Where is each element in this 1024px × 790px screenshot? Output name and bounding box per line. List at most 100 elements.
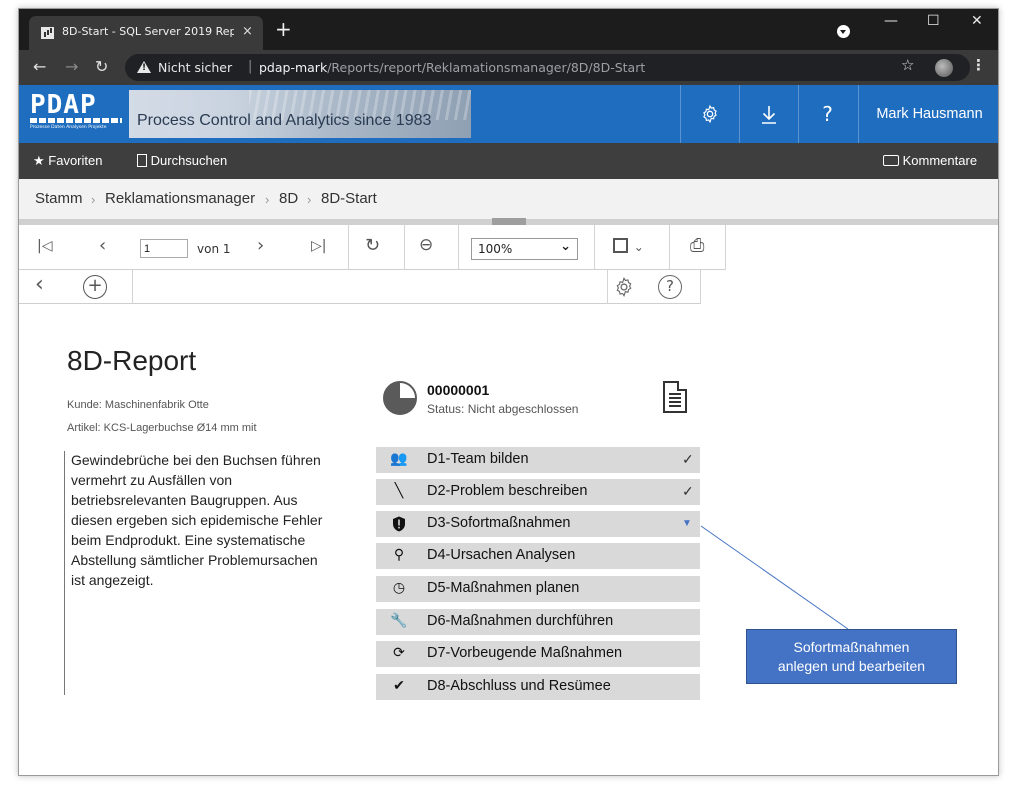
logo-text: PDAP (30, 90, 97, 120)
maximize-button[interactable]: ☐ (927, 13, 940, 29)
checkmark-icon: ✓ (682, 451, 694, 467)
step-d4[interactable]: ⚲ D4-Ursachen Analysen (376, 543, 700, 569)
step-d7[interactable]: ⟳ D7-Vorbeugende Maßnahmen (376, 641, 700, 667)
report-viewer-toolbar: |◁ ‹ von 1 › ▷| ↻ ⊖ 100% ⌄ ⌄ ⎙ (19, 225, 726, 270)
breadcrumb-reklamationsmanager[interactable]: Reklamationsmanager (105, 190, 255, 207)
url-separator: | (248, 59, 253, 74)
header-banner: Process Control and Analytics since 1983 (129, 90, 471, 138)
page-number-input[interactable] (140, 239, 188, 258)
close-window-button[interactable]: ✕ (971, 13, 983, 29)
comment-icon (883, 155, 899, 166)
toolbar-divider (132, 270, 133, 304)
report-favicon-icon (41, 27, 54, 39)
document-icon[interactable] (663, 381, 687, 413)
step-label: D4-Ursachen Analysen (427, 547, 576, 563)
breadcrumb: Stamm › Reklamationsmanager › 8D › 8D-St… (19, 179, 998, 219)
warning-icon[interactable] (137, 61, 151, 73)
chevron-left-icon[interactable]: ‹ (35, 272, 44, 297)
comments-label: Kommentare (902, 153, 978, 168)
settings-button[interactable] (680, 85, 738, 143)
comments-link[interactable]: Kommentare (883, 153, 977, 168)
previous-page-icon[interactable]: ‹ (99, 235, 106, 256)
step-d5[interactable]: ◷ D5-Maßnahmen planen (376, 576, 700, 602)
breadcrumb-home[interactable]: Stamm (35, 190, 83, 207)
print-icon[interactable]: ⎙ (690, 235, 704, 256)
progress-pie-icon (383, 381, 417, 415)
tab-close-button[interactable]: × (242, 24, 253, 39)
tab-search-icon[interactable] (837, 25, 850, 38)
wrench-icon: 🔧 (390, 612, 408, 628)
tab-strip: 8D-Start - SQL Server 2019 Repor × + — ☐… (19, 9, 998, 50)
browse-label: Durchsuchen (150, 153, 228, 168)
triangle-down-icon: ▼ (682, 518, 692, 529)
download-button[interactable] (739, 85, 797, 143)
step-d8[interactable]: ✔ D8-Abschluss und Resümee (376, 674, 700, 700)
breadcrumb-8d[interactable]: 8D (279, 190, 298, 207)
back-to-parent-icon[interactable]: ⊖ (419, 235, 433, 255)
browse-link[interactable]: Durchsuchen (137, 153, 227, 168)
first-page-icon[interactable]: |◁ (37, 238, 52, 254)
browser-tab[interactable]: 8D-Start - SQL Server 2019 Repor × (29, 16, 263, 50)
splitter-handle[interactable] (492, 218, 526, 225)
zoom-value: 100% (478, 242, 513, 256)
nav-toolbar: ★ Favoriten Durchsuchen Kommentare (19, 143, 998, 179)
step-label: D5-Maßnahmen planen (427, 580, 580, 596)
refresh-icon[interactable]: ↻ (365, 235, 380, 256)
chevron-down-icon: ⌄ (560, 239, 571, 254)
toolbar-divider (725, 225, 726, 270)
forward-arrow-icon[interactable]: → (65, 57, 78, 76)
help-button[interactable]: ? (798, 85, 856, 143)
team-icon: 👥 (390, 450, 408, 466)
browser-window: 8D-Start - SQL Server 2019 Repor × + — ☐… (18, 8, 999, 776)
add-circle-icon[interactable]: + (83, 275, 107, 299)
step-d3[interactable]: D3-Sofortmaßnahmen ▼ (376, 511, 700, 537)
reload-icon[interactable]: ↻ (95, 57, 108, 76)
pen-icon: ╲ (394, 482, 404, 498)
toolbar-divider (348, 225, 349, 270)
browser-menu-icon[interactable]: ⋮ (971, 56, 986, 74)
step-label: D1-Team bilden (427, 451, 529, 467)
checkmark-icon: ✓ (682, 483, 694, 499)
breadcrumb-current: 8D-Start (321, 190, 377, 207)
new-tab-button[interactable]: + (275, 19, 292, 39)
back-arrow-icon[interactable]: ← (33, 57, 46, 76)
favorites-link[interactable]: ★ Favoriten (33, 153, 102, 169)
step-d2[interactable]: ╲ D2-Problem beschreiben ✓ (376, 479, 700, 505)
step-label: D8-Abschluss und Resümee (427, 678, 611, 694)
help-circle-icon[interactable]: ? (658, 275, 682, 299)
next-page-icon[interactable]: › (257, 235, 264, 256)
security-label[interactable]: Nicht sicher (158, 60, 232, 75)
pdap-logo[interactable]: PDAP Prozesse Daten Analysen Projekte (30, 90, 130, 134)
last-page-icon[interactable]: ▷| (311, 238, 326, 254)
save-export-icon[interactable]: ⌄ (613, 235, 644, 256)
toolbar-divider (669, 225, 670, 270)
gear-icon (702, 104, 717, 124)
check-icon: ✔ (393, 677, 405, 693)
tab-title: 8D-Start - SQL Server 2019 Repor (62, 25, 234, 38)
gear-icon[interactable] (613, 276, 635, 298)
step-d6[interactable]: 🔧 D6-Maßnahmen durchführen (376, 609, 700, 635)
bookmark-star-icon[interactable]: ☆ (901, 56, 914, 74)
shield-icon (386, 514, 412, 535)
app-header: PDAP Prozesse Daten Analysen Projekte Pr… (19, 85, 998, 143)
chevron-right-icon: › (91, 192, 96, 207)
toolbar-divider (594, 225, 595, 270)
chevron-right-icon: › (307, 192, 312, 207)
zoom-select[interactable]: 100% ⌄ (471, 238, 578, 260)
download-icon (761, 106, 776, 124)
callout-line2: anlegen und bearbeiten (777, 658, 926, 674)
logo-subtitle: Prozesse Daten Analysen Projekte (30, 125, 107, 130)
url-omnibox[interactable]: Nicht sicher | pdap-mark/Reports/report/… (125, 54, 970, 81)
profile-avatar[interactable] (935, 59, 953, 77)
toolbar-divider (404, 225, 405, 270)
magnifier-icon: ⚲ (393, 546, 405, 562)
user-menu[interactable]: Mark Hausmann (858, 85, 998, 143)
report-number: 00000001 (427, 382, 490, 398)
report-status: Status: Nicht abgeschlossen (427, 402, 579, 416)
article-label: Artikel: KCS-Lagerbuchse Ø14 mm mit (67, 422, 257, 434)
url-text[interactable]: pdap-mark/Reports/report/Reklamationsman… (259, 60, 645, 75)
favorites-label: Favoriten (48, 153, 103, 168)
step-d1[interactable]: 👥 D1-Team bilden ✓ (376, 447, 700, 473)
minimize-button[interactable]: — (884, 13, 898, 29)
step-label: D7-Vorbeugende Maßnahmen (427, 645, 623, 661)
